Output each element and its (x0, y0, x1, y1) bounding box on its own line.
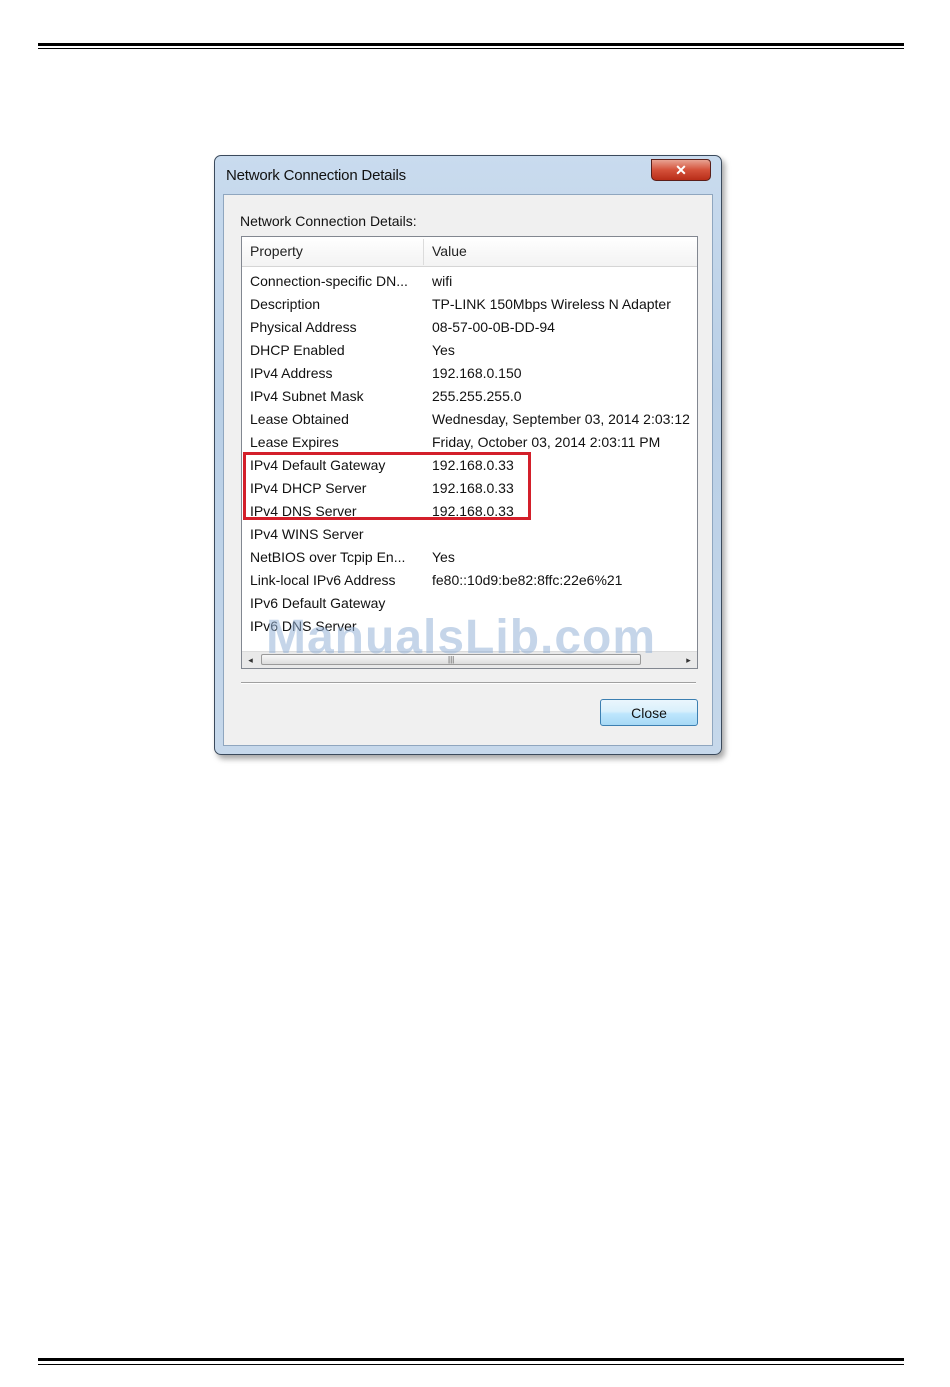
property-cell: NetBIOS over Tcpip En... (250, 549, 406, 565)
details-list[interactable]: Property Value Connection-specific DN...… (241, 236, 698, 669)
table-row[interactable]: IPv4 Subnet Mask 255.255.255.0 (242, 385, 697, 408)
scroll-right-arrow-icon[interactable]: ▸ (680, 652, 697, 668)
close-button[interactable]: Close (600, 699, 698, 726)
property-cell: IPv4 Subnet Mask (250, 388, 364, 404)
value-cell: fe80::10d9:be82:8ffc:22e6%21 (432, 572, 623, 588)
top-rule (38, 43, 904, 49)
table-row[interactable]: IPv4 WINS Server (242, 523, 697, 546)
column-header-property[interactable]: Property (250, 237, 420, 266)
table-row[interactable]: Connection-specific DN... wifi (242, 270, 697, 293)
column-header-value[interactable]: Value (432, 237, 467, 266)
list-header: Property Value (242, 237, 697, 267)
table-row[interactable]: Link-local IPv6 Address fe80::10d9:be82:8… (242, 569, 697, 592)
value-cell: 255.255.255.0 (432, 388, 522, 404)
table-row[interactable]: IPv4 Address 192.168.0.150 (242, 362, 697, 385)
table-row[interactable]: Physical Address 08-57-00-0B-DD-94 (242, 316, 697, 339)
property-cell: IPv4 WINS Server (250, 526, 364, 542)
table-row[interactable]: DHCP Enabled Yes (242, 339, 697, 362)
close-icon: ✕ (675, 162, 687, 178)
property-cell: Physical Address (250, 319, 357, 335)
divider (241, 682, 696, 684)
value-cell: 08-57-00-0B-DD-94 (432, 319, 555, 335)
property-cell: IPv4 Address (250, 365, 333, 381)
value-cell: Yes (432, 342, 455, 358)
property-cell: Lease Obtained (250, 411, 349, 427)
close-window-button[interactable]: ✕ (651, 159, 711, 181)
network-connection-details-window: Network Connection Details ✕ Network Con… (214, 155, 722, 755)
window-title: Network Connection Details (226, 167, 406, 184)
value-cell: Wednesday, September 03, 2014 2:03:12 (432, 411, 690, 427)
table-row[interactable]: Description TP-LINK 150Mbps Wireless N Ad… (242, 293, 697, 316)
property-cell: Link-local IPv6 Address (250, 572, 396, 588)
table-row[interactable]: NetBIOS over Tcpip En... Yes (242, 546, 697, 569)
property-cell: Lease Expires (250, 434, 339, 450)
scroll-left-arrow-icon[interactable]: ◂ (242, 652, 259, 668)
table-row[interactable]: Lease Expires Friday, October 03, 2014 2:… (242, 431, 697, 454)
property-cell: Description (250, 296, 321, 312)
title-bar[interactable]: Network Connection Details ✕ (215, 156, 721, 194)
value-cell: wifi (432, 273, 453, 289)
column-separator[interactable] (423, 239, 424, 265)
property-cell: DHCP Enabled (250, 342, 345, 358)
value-cell: 192.168.0.150 (432, 365, 522, 381)
group-label: Network Connection Details: (240, 213, 417, 229)
table-row[interactable]: Lease Obtained Wednesday, September 03, 2… (242, 408, 697, 431)
highlight-box (243, 452, 531, 520)
bottom-rule (38, 1358, 904, 1365)
value-cell: Friday, October 03, 2014 2:03:11 PM (432, 434, 661, 450)
property-cell: Connection-specific DN... (250, 273, 408, 289)
value-cell: Yes (432, 549, 455, 565)
watermark: ManualsLib.com (266, 611, 657, 664)
value-cell: TP-LINK 150Mbps Wireless N Adapter (432, 296, 671, 312)
